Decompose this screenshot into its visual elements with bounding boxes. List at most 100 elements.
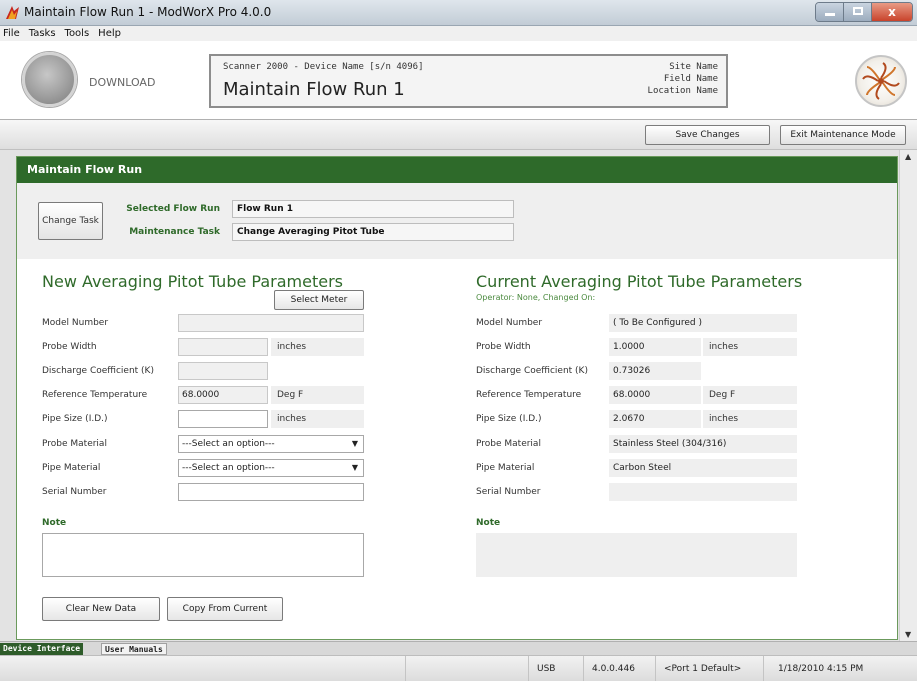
current-probe-width-value: 1.0000 xyxy=(609,338,701,356)
new-reference-temp-label: Reference Temperature xyxy=(42,390,148,400)
new-probe-width-input[interactable] xyxy=(178,338,268,356)
download-button[interactable] xyxy=(22,52,77,107)
new-probe-width-unit: inches xyxy=(271,338,364,356)
current-pipe-size-value: 2.0670 xyxy=(609,410,701,428)
current-serial-number-label: Serial Number xyxy=(476,487,541,497)
current-pipe-material-label: Pipe Material xyxy=(476,463,535,473)
new-discharge-coeff-input[interactable] xyxy=(178,362,268,380)
new-pipe-size-unit: inches xyxy=(271,410,364,428)
task-area: Change Task Selected Flow Run Flow Run 1… xyxy=(17,183,897,259)
new-probe-material-label: Probe Material xyxy=(42,439,107,449)
new-pipe-material-label: Pipe Material xyxy=(42,463,101,473)
new-note-textarea[interactable] xyxy=(42,533,364,577)
current-reference-temp-unit: Deg F xyxy=(703,386,797,404)
current-note-box xyxy=(476,533,797,577)
status-divider xyxy=(405,656,406,681)
selected-flow-run-label: Selected Flow Run xyxy=(126,204,220,214)
maximize-button[interactable] xyxy=(844,3,872,21)
main-area: Maintain Flow Run Change Task Selected F… xyxy=(0,150,917,641)
tab-user-manuals[interactable]: User Manuals xyxy=(101,643,167,655)
dropdown-arrow-icon: ▼ xyxy=(351,439,358,448)
tab-device-interface[interactable]: Device Interface xyxy=(0,643,84,655)
new-params-title: New Averaging Pitot Tube Parameters xyxy=(42,272,343,291)
current-discharge-coeff-value: 0.73026 xyxy=(609,362,701,380)
new-pipe-material-value: ---Select an option--- xyxy=(182,463,275,473)
current-probe-material-value: Stainless Steel (304/316) xyxy=(609,435,797,453)
title-bar: Maintain Flow Run 1 - ModWorX Pro 4.0.0 … xyxy=(0,0,917,26)
current-probe-width-unit: inches xyxy=(703,338,797,356)
copy-from-current-button[interactable]: Copy From Current xyxy=(167,597,283,621)
download-label[interactable]: DOWNLOAD xyxy=(89,76,155,89)
window-controls: x xyxy=(815,2,913,22)
current-note-label: Note xyxy=(476,518,501,528)
current-probe-width-label: Probe Width xyxy=(476,342,531,352)
maintenance-task-label: Maintenance Task xyxy=(129,227,220,237)
fan-logo-icon xyxy=(855,55,907,107)
panel-title: Maintain Flow Run xyxy=(17,157,897,183)
current-model-number-label: Model Number xyxy=(476,318,543,328)
new-probe-width-label: Probe Width xyxy=(42,342,97,352)
maintain-flow-run-panel: Maintain Flow Run Change Task Selected F… xyxy=(16,156,898,640)
current-pipe-size-label: Pipe Size (I.D.) xyxy=(476,414,542,424)
minimize-icon xyxy=(825,13,835,16)
current-probe-material-label: Probe Material xyxy=(476,439,541,449)
operator-info: Operator: None, Changed On: xyxy=(476,293,596,302)
toolbar: Save Changes Exit Maintenance Mode xyxy=(0,120,917,150)
status-connection: USB xyxy=(528,656,583,681)
new-model-number-label: Model Number xyxy=(42,318,109,328)
new-note-label: Note xyxy=(42,518,67,528)
scroll-down-icon[interactable]: ▼ xyxy=(905,630,911,639)
screen-title: Maintain Flow Run 1 xyxy=(223,79,405,100)
new-reference-temp-input[interactable]: 68.0000 xyxy=(178,386,268,404)
change-task-button[interactable]: Change Task xyxy=(38,202,103,240)
new-pipe-material-select[interactable]: ---Select an option--- ▼ xyxy=(178,459,364,477)
maximize-icon xyxy=(853,7,863,15)
new-pipe-size-label: Pipe Size (I.D.) xyxy=(42,414,108,424)
new-serial-number-input[interactable] xyxy=(178,483,364,501)
minimize-button[interactable] xyxy=(816,3,844,21)
dropdown-arrow-icon: ▼ xyxy=(351,463,358,472)
menu-file[interactable]: File xyxy=(3,26,20,41)
exit-maintenance-button[interactable]: Exit Maintenance Mode xyxy=(780,125,906,145)
new-probe-material-value: ---Select an option--- xyxy=(182,439,275,449)
new-serial-number-label: Serial Number xyxy=(42,487,107,497)
fan-blades-icon xyxy=(862,62,900,100)
bottom-tabs: Device Interface User Manuals xyxy=(0,641,917,655)
window-title: Maintain Flow Run 1 - ModWorX Pro 4.0.0 xyxy=(24,5,272,19)
device-name: Scanner 2000 - Device Name [s/n 4096] xyxy=(223,62,424,72)
current-model-number-value: ( To Be Configured ) xyxy=(609,314,797,332)
current-params-title: Current Averaging Pitot Tube Parameters xyxy=(476,272,803,291)
modworx-app-icon xyxy=(6,6,19,19)
scroll-up-icon[interactable]: ▲ xyxy=(905,152,911,161)
maintenance-task-value: Change Averaging Pitot Tube xyxy=(232,223,514,241)
device-info-box: Scanner 2000 - Device Name [s/n 4096] Ma… xyxy=(209,54,728,108)
new-model-number-input[interactable] xyxy=(178,314,364,332)
save-changes-button[interactable]: Save Changes xyxy=(645,125,770,145)
selected-flow-run-value: Flow Run 1 xyxy=(232,200,514,218)
current-discharge-coeff-label: Discharge Coefficient (K) xyxy=(476,366,588,376)
status-version: 4.0.0.446 xyxy=(583,656,655,681)
location-name: Location Name xyxy=(647,86,718,96)
header: DOWNLOAD Scanner 2000 - Device Name [s/n… xyxy=(0,41,917,120)
status-bar: USB 4.0.0.446 <Port 1 Default> 1/18/2010… xyxy=(0,655,917,681)
new-reference-temp-unit: Deg F xyxy=(271,386,364,404)
current-pipe-size-unit: inches xyxy=(703,410,797,428)
vertical-scrollbar[interactable]: ▲ ▼ xyxy=(899,150,917,641)
close-icon: x xyxy=(888,5,896,19)
menu-help[interactable]: Help xyxy=(98,26,121,41)
status-port: <Port 1 Default> xyxy=(655,656,763,681)
new-probe-material-select[interactable]: ---Select an option--- ▼ xyxy=(178,435,364,453)
status-datetime: 1/18/2010 4:15 PM xyxy=(763,656,901,681)
current-pipe-material-value: Carbon Steel xyxy=(609,459,797,477)
new-pipe-size-input[interactable] xyxy=(178,410,268,428)
clear-new-data-button[interactable]: Clear New Data xyxy=(42,597,160,621)
new-discharge-coeff-label: Discharge Coefficient (K) xyxy=(42,366,154,376)
current-serial-number-value xyxy=(609,483,797,501)
close-button[interactable]: x xyxy=(872,3,912,21)
menu-tasks[interactable]: Tasks xyxy=(29,26,56,41)
select-meter-button[interactable]: Select Meter xyxy=(274,290,364,310)
current-reference-temp-label: Reference Temperature xyxy=(476,390,582,400)
current-reference-temp-value: 68.0000 xyxy=(609,386,701,404)
menu-tools[interactable]: Tools xyxy=(65,26,90,41)
field-name: Field Name xyxy=(663,74,718,84)
